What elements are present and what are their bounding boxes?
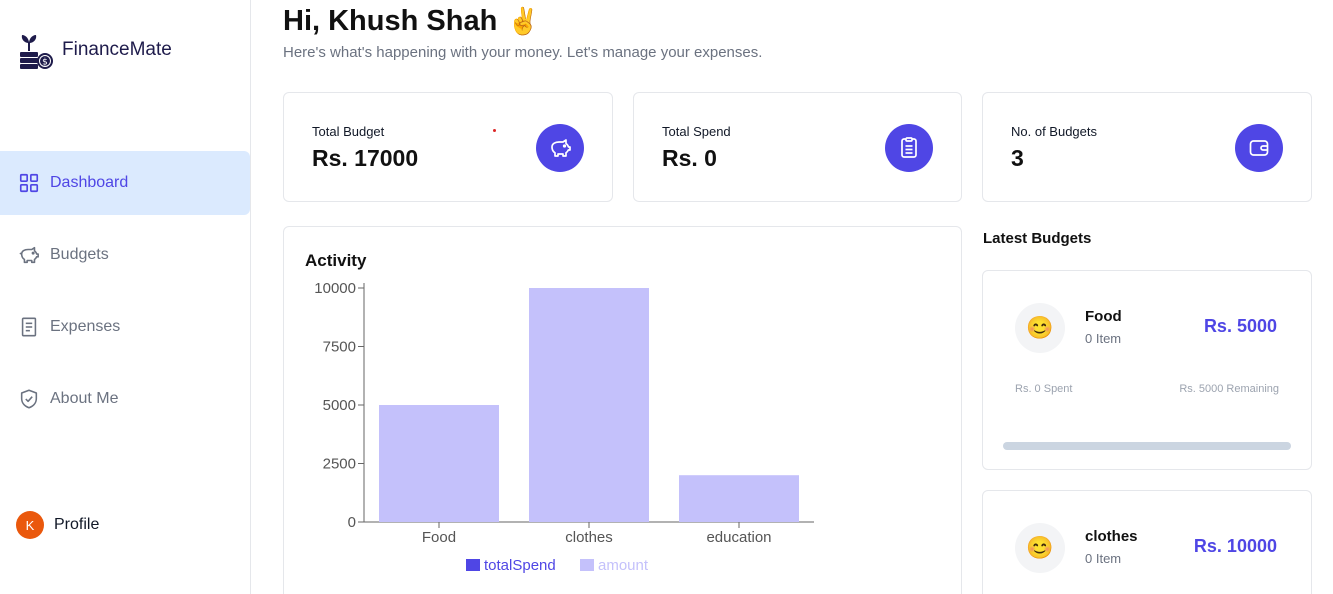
- wallet-icon: [1249, 140, 1269, 156]
- legend-swatch-totalSpend: [466, 559, 480, 571]
- page-subtitle: Here's what's happening with your money.…: [283, 44, 763, 61]
- sidebar-item-label: About Me: [50, 390, 119, 407]
- x-tick-label: Food: [422, 529, 456, 546]
- stat-card-total-budget: Total Budget Rs. 17000: [283, 92, 613, 202]
- x-tick-label: clothes: [565, 529, 613, 546]
- page-title: Hi, Khush Shah ✌️: [283, 5, 540, 38]
- stat-card-total-spend: Total Spend Rs. 0: [633, 92, 962, 202]
- bar-amount-clothes: [529, 288, 649, 522]
- piggy-bank-icon: [19, 246, 39, 264]
- sidebar-item-budgets[interactable]: Budgets: [0, 223, 250, 287]
- receipt-icon: [21, 317, 37, 337]
- x-tick-label: education: [706, 529, 771, 546]
- y-tick-label: 5000: [323, 397, 356, 414]
- budget-item-count: 0 Item: [1085, 331, 1122, 346]
- svg-text:$: $: [42, 58, 48, 68]
- stat-value: Rs. 17000: [312, 145, 419, 171]
- sidebar-item-label: Expenses: [50, 318, 121, 335]
- stat-value: Rs. 0: [662, 145, 717, 171]
- stat-label: Total Spend: [662, 124, 731, 139]
- budget-card-clothes[interactable]: 😊 clothes 0 Item Rs. 10000: [982, 490, 1312, 594]
- y-tick-label: 0: [348, 514, 356, 531]
- sidebar-item-dashboard[interactable]: Dashboard: [0, 151, 250, 215]
- stat-icon-badge: [536, 124, 584, 172]
- victory-hand-emoji: ✌️: [507, 6, 540, 36]
- budget-item-count: 0 Item: [1085, 551, 1122, 566]
- budget-name: Food: [1085, 308, 1122, 325]
- sidebar-item-about-me[interactable]: About Me: [0, 367, 250, 431]
- brand-name: FinanceMate: [62, 39, 172, 60]
- stat-value: 3: [1011, 145, 1024, 171]
- budget-remaining: Rs. 5000 Remaining: [1179, 383, 1279, 395]
- greeting-text: Hi, Khush Shah: [283, 5, 498, 37]
- budget-amount: Rs. 5000: [1203, 316, 1277, 336]
- budget-name: clothes: [1085, 528, 1138, 545]
- y-tick-label: 7500: [323, 339, 356, 356]
- receipt-icon: [901, 137, 917, 158]
- budget-card-food[interactable]: 😊 Food 0 Item Rs. 5000 Rs. 0 Spent Rs. 5…: [982, 270, 1312, 470]
- shield-check-icon: [20, 389, 38, 409]
- grid-icon: [19, 173, 39, 193]
- budget-progress-bar: [1003, 442, 1291, 450]
- profile-link[interactable]: K Profile: [16, 511, 99, 539]
- smiling-face-emoji: 😊: [1015, 523, 1065, 573]
- bar-amount-Food: [379, 405, 499, 522]
- app-root: $ FinanceMate Dashboard Budgets Expenses…: [0, 0, 1333, 594]
- sidebar-item-expenses[interactable]: Expenses: [0, 295, 250, 359]
- legend-label-amount: amount: [598, 557, 649, 574]
- notification-dot: [493, 129, 496, 132]
- y-tick-label: 10000: [314, 280, 356, 297]
- activity-card: Activity 0 2500 5000 7500 10000 Food clothes ed…: [283, 226, 962, 594]
- legend-swatch-amount: [580, 559, 594, 571]
- stat-card-number-of-budgets: No. of Budgets 3: [982, 92, 1312, 202]
- bar-amount-education: [679, 475, 799, 522]
- stat-icon-badge: [1235, 124, 1283, 172]
- stat-label: No. of Budgets: [1011, 124, 1097, 139]
- legend-label-totalSpend: totalSpend: [484, 557, 556, 574]
- budget-spent: Rs. 0 Spent: [1015, 383, 1073, 395]
- sidebar: $ FinanceMate Dashboard Budgets Expenses…: [0, 0, 251, 594]
- stat-icon-badge: [885, 124, 933, 172]
- profile-label: Profile: [54, 516, 100, 533]
- latest-budgets-title: Latest Budgets: [983, 230, 1092, 247]
- budget-amount: Rs. 10000: [1193, 536, 1277, 556]
- y-tick-label: 2500: [323, 456, 356, 473]
- sidebar-item-label: Dashboard: [50, 174, 129, 191]
- brand-logo[interactable]: $ FinanceMate: [16, 30, 172, 70]
- coin-plant-logo-icon: $: [20, 35, 53, 69]
- smiling-face-emoji: 😊: [1015, 303, 1065, 353]
- activity-bar-chart: 0 2500 5000 7500 10000 Food clothes education to…: [314, 280, 814, 574]
- piggy-bank-icon: [551, 139, 571, 157]
- stat-label: Total Budget: [312, 124, 385, 139]
- sidebar-item-label: Budgets: [50, 246, 109, 263]
- avatar: K: [16, 511, 44, 539]
